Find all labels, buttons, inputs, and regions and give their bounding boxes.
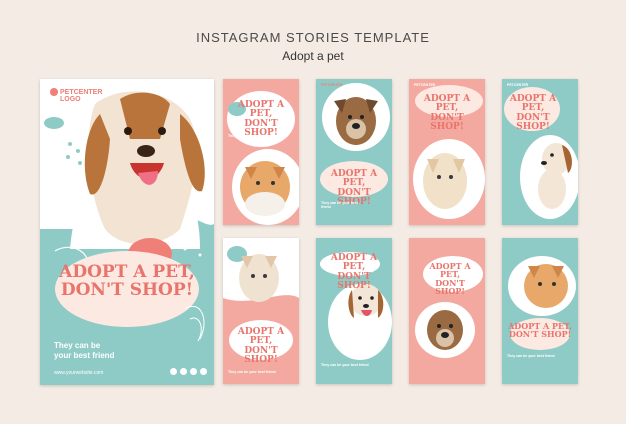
story-headline: ADOPT A PET, DON'T SHOP! (429, 261, 471, 297)
story-tagline: They can be your best friend (54, 341, 115, 360)
dog-photo-icon (70, 91, 205, 249)
story-tagline: They can be your best friend (228, 134, 276, 138)
story-card-1: ADOPT A PET, DON'T SHOP! They can be your… (223, 79, 299, 225)
story-headline: ADOPT A PET, DON'T SHOP! (330, 253, 378, 292)
cat-photo-icon (239, 254, 279, 302)
story-tagline: They can be your best friend (507, 354, 555, 358)
story-tagline: They can be your best friend (228, 370, 276, 374)
brand-logo: PETCENTER LOGO (50, 88, 102, 103)
brand-logo: PETCENTER (321, 83, 343, 87)
story-headline: ADOPT A PET, DON'T SHOP! (237, 327, 285, 366)
whatsapp-icon[interactable] (200, 368, 207, 375)
social-links (170, 368, 207, 375)
cat-photo-icon (524, 264, 568, 308)
card-art (40, 91, 214, 385)
cat-photo-icon (240, 161, 290, 216)
story-card-large: PETCENTER LOGO ADOPT A PET, DON'T SHOP! … (40, 79, 214, 385)
page-subtitle: Adopt a pet (282, 49, 344, 63)
story-card-8: ADOPT A PET, DON'T SHOP! They can be your… (502, 238, 578, 384)
story-tagline: They can be your best friend (321, 201, 358, 209)
story-card-5: ADOPT A PET, DON'T SHOP! They can be your… (223, 238, 299, 384)
story-card-4: PETCENTER ADOPT A PET, DON'T SHOP! (502, 79, 578, 225)
brand-logo: PETCENTER (414, 83, 436, 87)
dog-photo-icon (427, 310, 463, 350)
cat-photo-icon (423, 153, 467, 209)
story-headline: ADOPT A PET, DON'T SHOP! (59, 262, 195, 300)
page-title: INSTAGRAM STORIES TEMPLATE (196, 30, 430, 45)
story-headline: ADOPT A PET, DON'T SHOP! (423, 94, 471, 133)
story-card-2: PETCENTER ADOPT A PET, DON'T SHOP! They c… (316, 79, 392, 225)
instagram-icon[interactable] (170, 368, 177, 375)
website-link[interactable]: www.yourwebsite.com (54, 370, 103, 376)
twitter-icon[interactable] (190, 368, 197, 375)
facebook-icon[interactable] (180, 368, 187, 375)
story-headline: ADOPT A PET, DON'T SHOP! (509, 94, 557, 133)
paw-icon (50, 88, 58, 96)
story-card-6: ADOPT A PET, DON'T SHOP! They can be your… (316, 238, 392, 384)
brand-logo: PETCENTER (507, 83, 529, 87)
story-tagline: They can be your best friend (321, 363, 369, 367)
story-card-7: ADOPT A PET, DON'T SHOP! (409, 238, 485, 384)
story-headline: ADOPT A PET, DON'T SHOP! (508, 321, 572, 340)
story-card-3: PETCENTER ADOPT A PET, DON'T SHOP! (409, 79, 485, 225)
